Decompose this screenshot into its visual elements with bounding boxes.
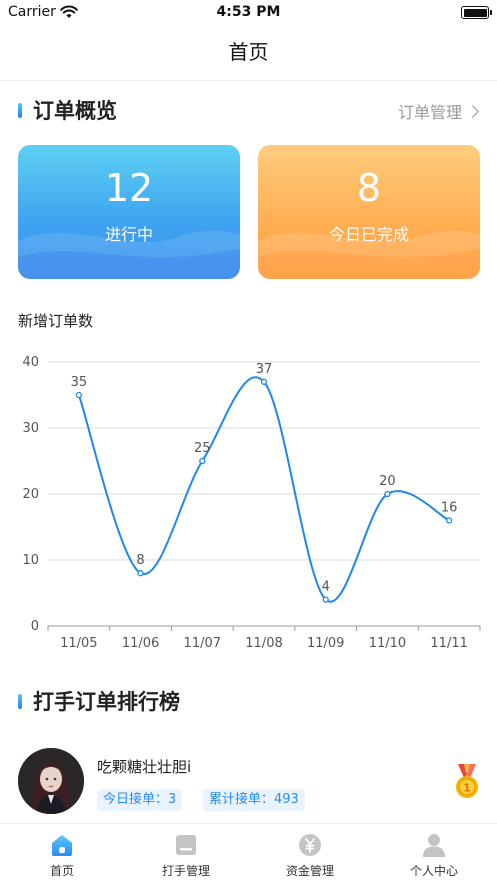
nav-divider [0, 80, 497, 81]
x-tick-label: 11/10 [369, 636, 406, 651]
person-icon [423, 834, 445, 857]
tab-player-management[interactable]: 打手管理 [124, 832, 248, 882]
x-tick-label: 11/07 [184, 636, 221, 651]
order-management-link[interactable]: 订单管理 [397, 99, 479, 123]
ranking-header: 打手订单排行榜 [18, 687, 180, 715]
data-point [199, 457, 206, 465]
new-orders-title: 新增订单数 [18, 312, 94, 330]
today-orders-badge: 今日接单：3 [97, 789, 183, 811]
ranking-list-item[interactable]: 吃颗糖壮壮胆i 今日接单：3 累计接单：493 1 [18, 748, 480, 818]
chevron-right-icon [466, 104, 479, 118]
y-tick-label: 40 [22, 355, 39, 370]
new-orders-line-chart: 0 10 20 30 40 11/05 11/06 11/07 11/08 11/09 11/10 1… [22, 355, 481, 651]
data-point [322, 596, 329, 603]
x-tick-label: 11/08 [245, 636, 282, 651]
data-point [137, 570, 144, 577]
in-progress-card[interactable]: 12 进行中 [18, 145, 240, 279]
data-point [384, 490, 391, 498]
y-tick-label: 10 [22, 553, 39, 568]
completed-today-count: 8 [356, 166, 382, 210]
tab-fund-management-label: 资金管理 [285, 864, 334, 878]
y-tick-label: 0 [31, 619, 39, 634]
ranking-title: 打手订单排行榜 [33, 690, 180, 714]
data-label: 20 [379, 474, 396, 489]
tab-personal-center[interactable]: 个人中心 [372, 832, 496, 882]
yen-coin-icon [299, 834, 321, 856]
series-line [77, 376, 450, 603]
order-overview-title: 订单概览 [33, 99, 117, 123]
medal-icon: 1 [456, 764, 478, 798]
data-point [260, 378, 268, 385]
player-name: 吃颗糖壮壮胆i [97, 758, 192, 776]
y-tick-label: 30 [22, 421, 39, 436]
tab-fund-management[interactable]: 资金管理 [248, 832, 372, 882]
order-overview-header: 订单概览 [18, 96, 117, 124]
data-label: 37 [256, 362, 273, 377]
data-point [75, 391, 83, 399]
tab-home[interactable]: 首页 [0, 832, 124, 882]
data-label: 8 [136, 553, 144, 568]
total-orders-badge: 累计接单：493 [203, 789, 305, 811]
data-label: 35 [71, 375, 88, 390]
y-tick-label: 20 [22, 487, 39, 502]
data-label: 16 [441, 500, 458, 515]
x-tick-label: 11/06 [122, 636, 159, 651]
x-tick-label: 11/05 [60, 636, 97, 651]
battery-icon [461, 6, 492, 19]
completed-today-label: 今日已完成 [328, 225, 409, 244]
in-progress-label: 进行中 [104, 225, 153, 244]
data-point [445, 517, 453, 524]
tab-home-label: 首页 [49, 864, 74, 878]
x-tick-label: 11/09 [307, 636, 344, 651]
section-accent-bar [18, 102, 22, 118]
data-label: 4 [322, 580, 330, 595]
folder-icon [176, 835, 196, 855]
home-icon [52, 835, 72, 856]
completed-today-card[interactable]: 8 今日已完成 [258, 145, 480, 279]
svg-text:1: 1 [463, 782, 471, 795]
x-tick-label: 11/11 [430, 636, 467, 651]
page-title: 首页 [228, 40, 269, 64]
order-management-label: 订单管理 [397, 103, 462, 122]
bottom-tab-bar: 首页 打手管理 资金管理 个人中心 [0, 823, 497, 883]
tab-personal-center-label: 个人中心 [409, 864, 458, 878]
data-label: 25 [194, 441, 211, 456]
status-bar: Carrier 4:53 PM [0, 0, 497, 26]
avatar [18, 748, 84, 814]
in-progress-count: 12 [104, 166, 154, 210]
status-time: 4:53 PM [216, 4, 281, 20]
tab-player-management-label: 打手管理 [161, 864, 210, 878]
section-accent-bar [18, 693, 22, 709]
